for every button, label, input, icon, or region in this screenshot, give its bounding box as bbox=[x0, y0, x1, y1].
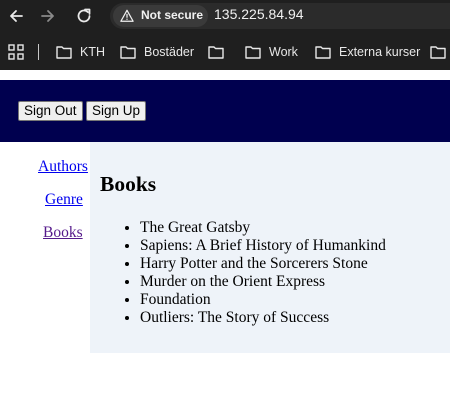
bookmark-label: KTH bbox=[80, 45, 105, 59]
list-item: Harry Potter and the Sorcerers Stone bbox=[140, 255, 386, 273]
book-list: The Great Gatsby Sapiens: A Brief Histor… bbox=[140, 219, 386, 327]
url-text[interactable]: 135.225.84.94 bbox=[214, 6, 304, 22]
address-bar[interactable]: Not secure 135.225.84.94 bbox=[110, 3, 450, 29]
list-item: Sapiens: A Brief History of Humankind bbox=[140, 237, 386, 255]
list-item: The Great Gatsby bbox=[140, 219, 386, 237]
apps-grid-icon[interactable] bbox=[8, 44, 24, 60]
folder-icon bbox=[245, 46, 261, 59]
reload-icon[interactable] bbox=[74, 6, 94, 26]
bookmark-folder[interactable] bbox=[208, 41, 232, 63]
list-item: Murder on the Orient Express bbox=[140, 273, 386, 291]
folder-icon bbox=[56, 46, 72, 59]
folder-icon bbox=[430, 46, 446, 59]
folder-icon bbox=[120, 46, 136, 59]
page-title: Books bbox=[100, 172, 157, 196]
folder-icon bbox=[315, 46, 331, 59]
security-indicator[interactable]: Not secure bbox=[113, 5, 208, 27]
bookmark-folder[interactable]: Externa kurser bbox=[315, 41, 420, 63]
warning-icon bbox=[120, 9, 134, 22]
sidebar-item-authors[interactable]: Authors bbox=[38, 158, 88, 176]
bookmark-folder[interactable]: KTH bbox=[56, 41, 105, 63]
bookmarks-separator bbox=[38, 44, 39, 60]
forward-arrow-icon[interactable] bbox=[38, 6, 58, 26]
bookmark-folder[interactable] bbox=[430, 41, 450, 63]
site-header: Sign Out Sign Up bbox=[0, 80, 450, 142]
browser-toolbar: Not secure 135.225.84.94 bbox=[0, 0, 450, 32]
folder-icon bbox=[208, 46, 224, 59]
bookmark-folder[interactable]: Bostäder bbox=[120, 41, 194, 63]
security-label: Not secure bbox=[141, 8, 204, 22]
main-content: Books The Great Gatsby Sapiens: A Brief … bbox=[90, 142, 450, 353]
sidebar-nav: Authors Genre Books bbox=[0, 142, 90, 354]
content-top-divider bbox=[0, 70, 450, 75]
sign-up-button[interactable]: Sign Up bbox=[86, 101, 147, 121]
sidebar-item-genre[interactable]: Genre bbox=[45, 191, 83, 209]
bookmark-label: Bostäder bbox=[144, 45, 195, 59]
bookmark-label: Externa kurser bbox=[339, 45, 421, 59]
back-arrow-icon[interactable] bbox=[6, 6, 26, 26]
bookmarks-bar: KTH Bostäder Work Externa kurser bbox=[0, 32, 450, 70]
list-item: Foundation bbox=[140, 291, 386, 309]
list-item: Outliers: The Story of Success bbox=[140, 309, 386, 327]
bookmark-folder[interactable]: Work bbox=[245, 41, 298, 63]
bookmark-label: Work bbox=[269, 45, 298, 59]
sidebar-item-books[interactable]: Books bbox=[43, 224, 83, 242]
sign-out-button[interactable]: Sign Out bbox=[18, 101, 83, 121]
